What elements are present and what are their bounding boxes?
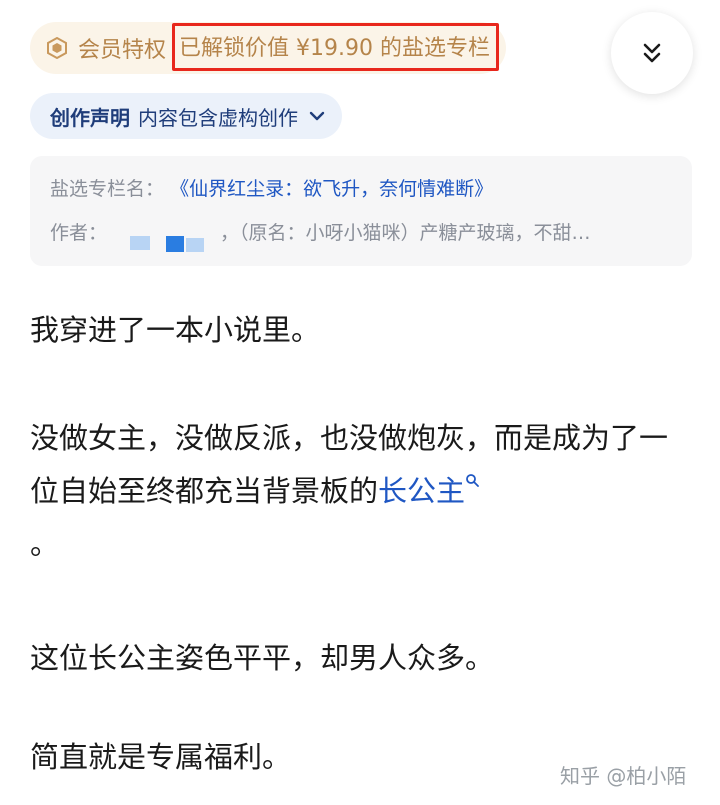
member-privilege-bar[interactable]: 会员特权 已解锁价值 ¥19.90 的盐选专栏 xyxy=(30,22,506,74)
crown-icon xyxy=(46,36,68,60)
watermark: 知乎 @柏小陌 xyxy=(560,764,687,788)
article-paragraph: 这位长公主姿色平平，却男人众多。 xyxy=(30,641,495,675)
article-paragraph: 我穿进了一本小说里。 xyxy=(30,313,321,347)
author-redaction xyxy=(166,236,184,252)
unlock-value-text: 已解锁价值 ¥19.90 的盐选专栏 xyxy=(172,23,499,71)
author-label: 作者： xyxy=(50,222,108,244)
article-paragraph: 没做女主，没做反派，也没做炮灰，而是成为了一位自始至终都充当背景板的长公主。 xyxy=(30,412,692,571)
declaration-text: 内容包含虚构创作 xyxy=(138,105,298,130)
member-privilege-label: 会员特权 xyxy=(78,38,167,63)
author-redaction xyxy=(130,236,150,250)
keyword-link[interactable]: 长公主 xyxy=(378,474,479,508)
collapse-button[interactable] xyxy=(611,12,693,94)
keyword-text: 长公主 xyxy=(378,474,466,508)
author-redaction xyxy=(186,238,204,252)
declaration-title: 创作声明 xyxy=(50,105,130,130)
column-name-link[interactable]: 《仙界红尘录：欲飞升，奈何情难断》 xyxy=(170,178,493,200)
chevron-down-icon xyxy=(309,111,325,121)
column-name-row: 盐选专栏名： 《仙界红尘录：欲飞升，奈何情难断》 xyxy=(50,174,493,201)
author-info-text: ，（原名：小呀小猫咪）产糖产玻璃，不甜… xyxy=(220,222,591,244)
column-name-label: 盐选专栏名： xyxy=(50,178,165,200)
double-chevron-down-icon xyxy=(643,43,661,63)
paragraph-end: 。 xyxy=(30,527,60,561)
column-info-card[interactable]: 盐选专栏名： 《仙界红尘录：欲飞升，奈何情难断》 作者： ，（原名：小呀小猫咪）… xyxy=(30,156,692,266)
creation-declaration[interactable]: 创作声明 内容包含虚构创作 xyxy=(30,93,342,139)
search-icon xyxy=(466,474,479,487)
paragraph-text: 没做女主，没做反派，也没做炮灰，而是成为了一位自始至终都充当背景板的 xyxy=(30,421,669,508)
